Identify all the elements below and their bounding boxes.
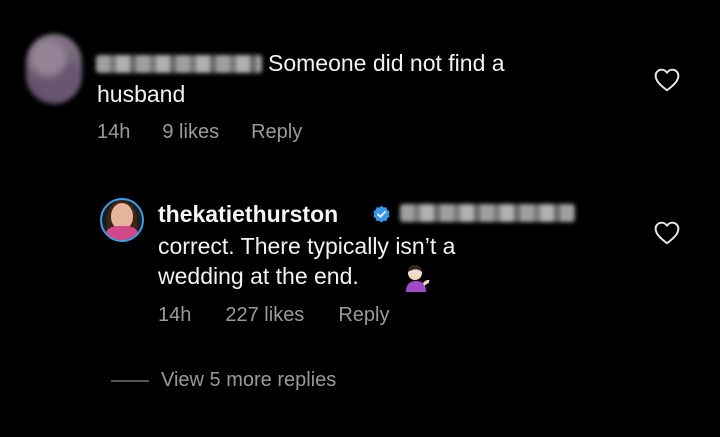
heart-icon[interactable] — [654, 221, 680, 245]
reply-likes[interactable]: 227 likes — [225, 304, 304, 327]
reply-username[interactable]: thekatiethurston — [158, 198, 338, 230]
comments-panel: Someone did not find a husband 14h 9 lik… — [0, 0, 720, 437]
comment-reply-button[interactable]: Reply — [251, 121, 302, 144]
comment-time: 14h — [97, 121, 131, 143]
view-more-replies-button[interactable]: View 5 more replies — [111, 369, 336, 392]
person-tipping-hand-emoji-icon — [406, 265, 430, 292]
reply-meta: 14h 227 likes Reply — [158, 304, 389, 327]
comment-meta: 14h 9 likes Reply — [97, 121, 302, 144]
comment-text-line1: Someone did not find a — [268, 50, 505, 76]
reply-text-line1: correct. There typically isn’t a — [158, 233, 456, 259]
replies-divider-line — [111, 379, 149, 382]
view-more-replies-label: View 5 more replies — [161, 369, 337, 391]
comment-likes[interactable]: 9 likes — [162, 121, 219, 144]
commenter-username-blurred[interactable] — [96, 55, 262, 73]
reply-avatar[interactable] — [100, 198, 144, 242]
heart-icon[interactable] — [654, 68, 680, 92]
commenter-avatar-blurred[interactable] — [26, 34, 82, 104]
reply-reply-button[interactable]: Reply — [338, 304, 389, 327]
verified-badge-icon — [373, 205, 390, 223]
reply-text-line2: wedding at the end. — [158, 263, 359, 289]
comment-text-line2: husband — [97, 81, 186, 107]
mentioned-username-blurred[interactable] — [400, 204, 575, 222]
reply-time: 14h — [158, 304, 192, 326]
